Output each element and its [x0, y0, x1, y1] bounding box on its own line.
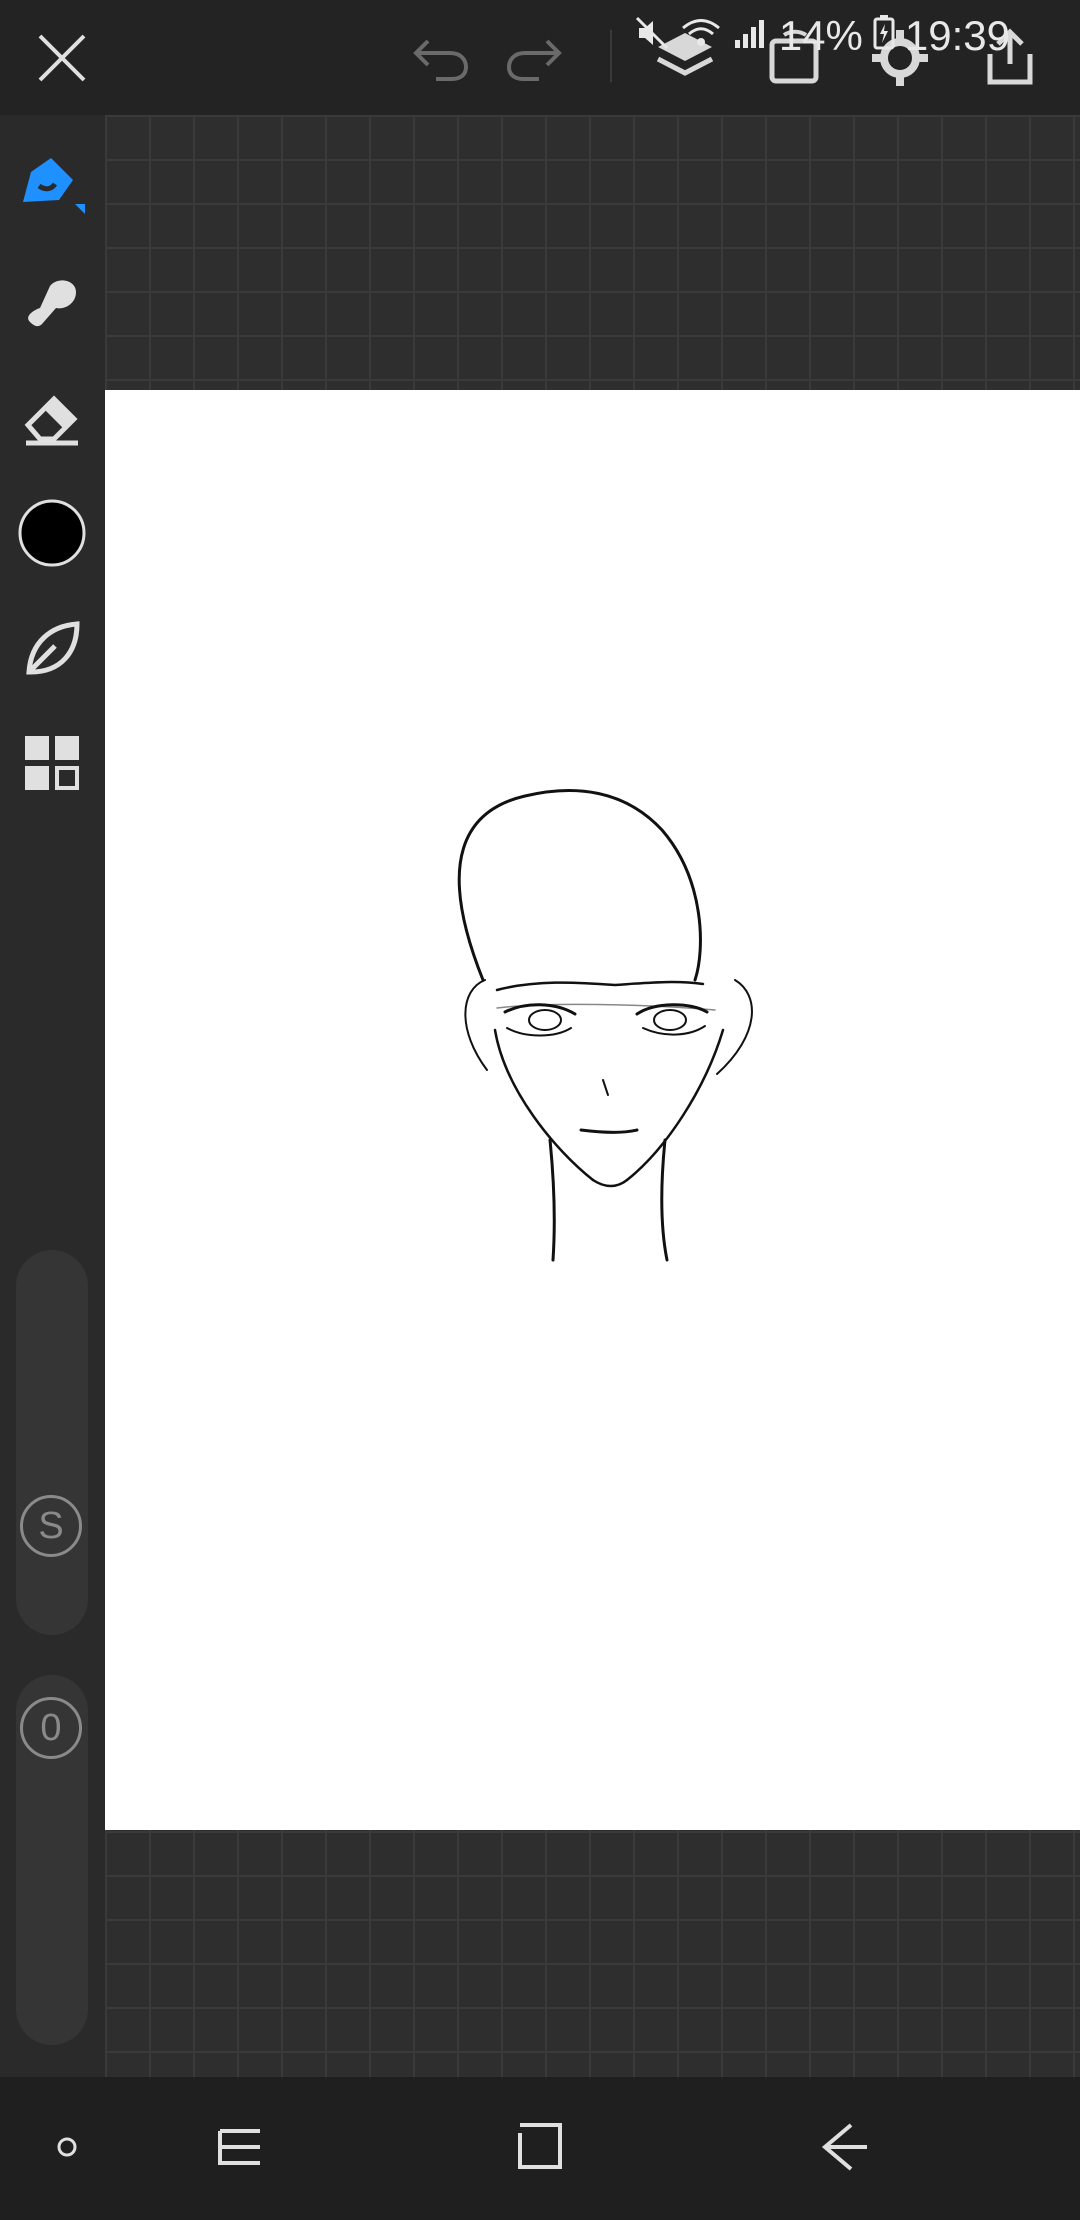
- grid-menu-icon[interactable]: [12, 723, 92, 803]
- tool-sidebar: S 0: [0, 115, 105, 2077]
- sketch-drawing: [457, 789, 753, 1262]
- pen-icon[interactable]: [12, 145, 92, 225]
- smudge-icon[interactable]: [12, 262, 92, 342]
- system-status-bar: 14% 19:39: [620, 0, 1080, 72]
- mute-icon: [635, 12, 669, 60]
- top-toolbar: 14% 19:39: [0, 0, 1080, 115]
- color-swatch[interactable]: [12, 493, 92, 573]
- drawing-canvas[interactable]: [105, 390, 1080, 1830]
- redo-icon[interactable]: [495, 18, 575, 98]
- close-icon[interactable]: [22, 18, 102, 98]
- battery-percent: 14%: [778, 12, 863, 59]
- dot-icon[interactable]: [22, 2107, 112, 2187]
- signal-icon: [733, 12, 769, 60]
- opacity-badge: 0: [20, 1697, 82, 1759]
- clock: 19:39: [904, 12, 1010, 59]
- eraser-icon[interactable]: [12, 377, 92, 457]
- back-icon[interactable]: [800, 2107, 890, 2187]
- leaf-icon[interactable]: [12, 609, 92, 689]
- toolbar-divider: [610, 30, 612, 82]
- recent-apps-icon[interactable]: [195, 2107, 285, 2187]
- wifi-icon: [679, 12, 723, 60]
- brush-size-slider[interactable]: [16, 1250, 88, 1635]
- system-nav-bar: [0, 2077, 1080, 2220]
- size-badge: S: [20, 1495, 82, 1557]
- home-icon[interactable]: [495, 2107, 585, 2187]
- undo-icon[interactable]: [400, 18, 480, 98]
- battery-charging-icon: [873, 12, 895, 60]
